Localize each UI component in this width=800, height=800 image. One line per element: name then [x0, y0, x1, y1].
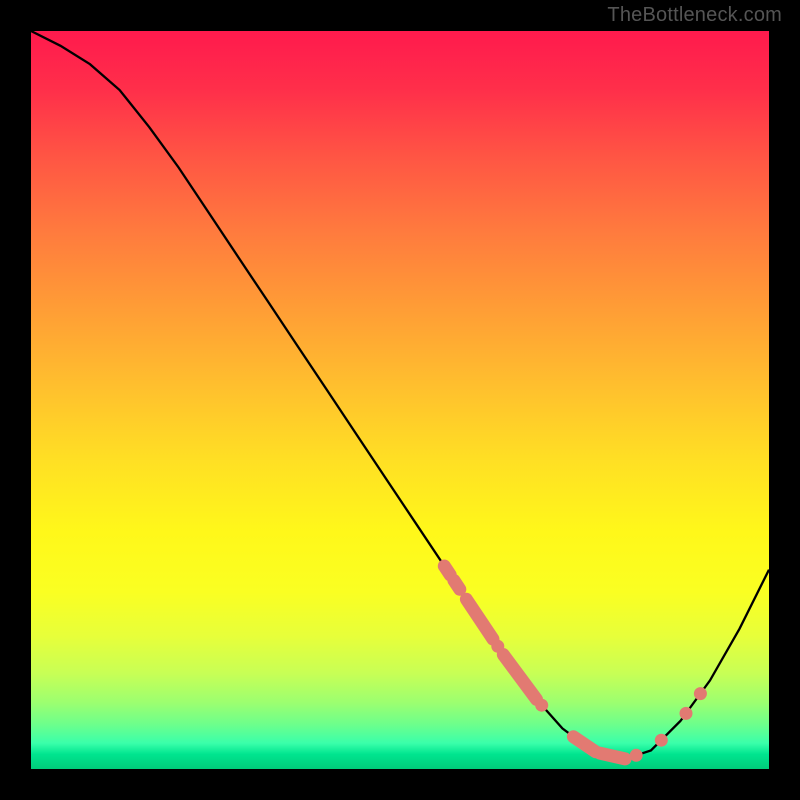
curve-marker-cluster [466, 599, 493, 639]
curve-marker [655, 734, 668, 747]
bottleneck-curve [31, 31, 769, 760]
plot-area [31, 31, 769, 769]
curve-marker [680, 707, 693, 720]
curve-marker-cluster [444, 566, 450, 575]
curve-marker [694, 687, 707, 700]
curve-marker-cluster [454, 580, 460, 589]
attribution-text: TheBottleneck.com [607, 4, 782, 27]
curve-marker-cluster [503, 655, 536, 700]
chart-svg [31, 31, 769, 769]
curve-marker-cluster [573, 737, 595, 752]
curve-marker-cluster [600, 753, 625, 759]
curve-marker [630, 749, 643, 762]
curve-marker [535, 699, 548, 712]
